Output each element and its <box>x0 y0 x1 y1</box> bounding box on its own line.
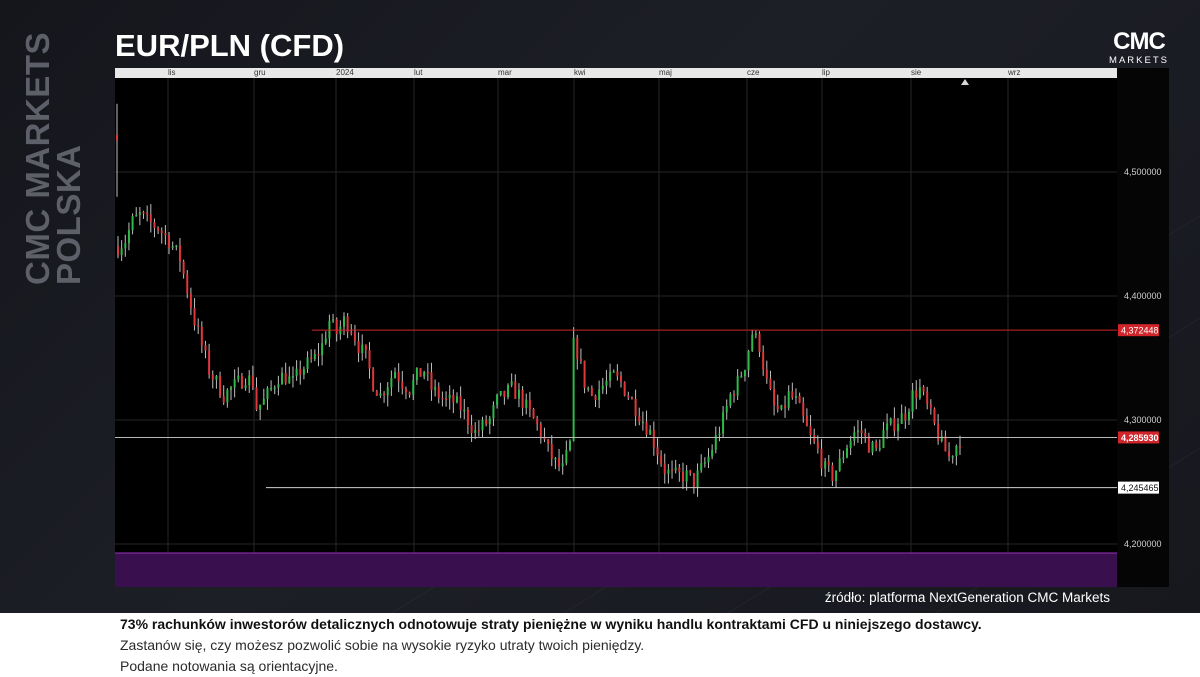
ohlc-bar <box>623 381 626 397</box>
last-label: 4,285930 <box>1121 433 1159 443</box>
ohlc-bar <box>116 134 118 141</box>
disclaimer-line-1: 73% rachunków inwestorów detalicznych od… <box>120 616 982 632</box>
plot-area <box>115 68 1117 587</box>
ohlc-bar <box>532 407 535 419</box>
x-tick-label: lut <box>414 68 423 77</box>
x-tick-label: gru <box>254 68 266 77</box>
ohlc-bar <box>372 367 375 392</box>
price-chart: lis gru 2024 lut mar kwi maj cze lip sie wrz 4,500… <box>115 68 1169 587</box>
disclaimer-line-2: Zastanów się, czy możesz pozwolić sobie … <box>120 637 645 653</box>
x-tick-label: lip <box>822 68 831 77</box>
y-tick-label: 4,200000 <box>1124 539 1162 549</box>
x-tick-label: sie <box>911 68 922 77</box>
purple-band <box>115 553 1117 587</box>
ohlc-bar <box>568 439 571 452</box>
risk-disclaimer: 73% rachunków inwestorów detalicznych od… <box>120 614 1170 677</box>
x-tick-label: kwi <box>574 68 586 77</box>
y-tick-label: 4,300000 <box>1124 415 1162 425</box>
ohlc-bar <box>729 392 732 409</box>
x-tick-label: lis <box>168 68 176 77</box>
resistance-label: 4,372448 <box>1121 326 1159 336</box>
y-tick-label: 4,500000 <box>1124 167 1162 177</box>
y-tick-label: 4,400000 <box>1124 291 1162 301</box>
x-tick-label: cze <box>747 68 760 77</box>
ohlc-bar <box>572 327 575 442</box>
x-tick-label: mar <box>498 68 512 77</box>
x-tick-label: maj <box>659 68 672 77</box>
ohlc-bar <box>933 407 936 426</box>
ohlc-bar <box>419 367 422 377</box>
ohlc-bar <box>507 383 510 400</box>
support-label: 4,245465 <box>1121 483 1159 493</box>
x-tick-label: wrz <box>1007 68 1020 77</box>
disclaimer-line-3: Podane notowania są orientacyjne. <box>120 658 338 674</box>
x-tick-label: 2024 <box>336 68 354 77</box>
source-note: źródło: platforma NextGeneration CMC Mar… <box>824 590 1110 605</box>
